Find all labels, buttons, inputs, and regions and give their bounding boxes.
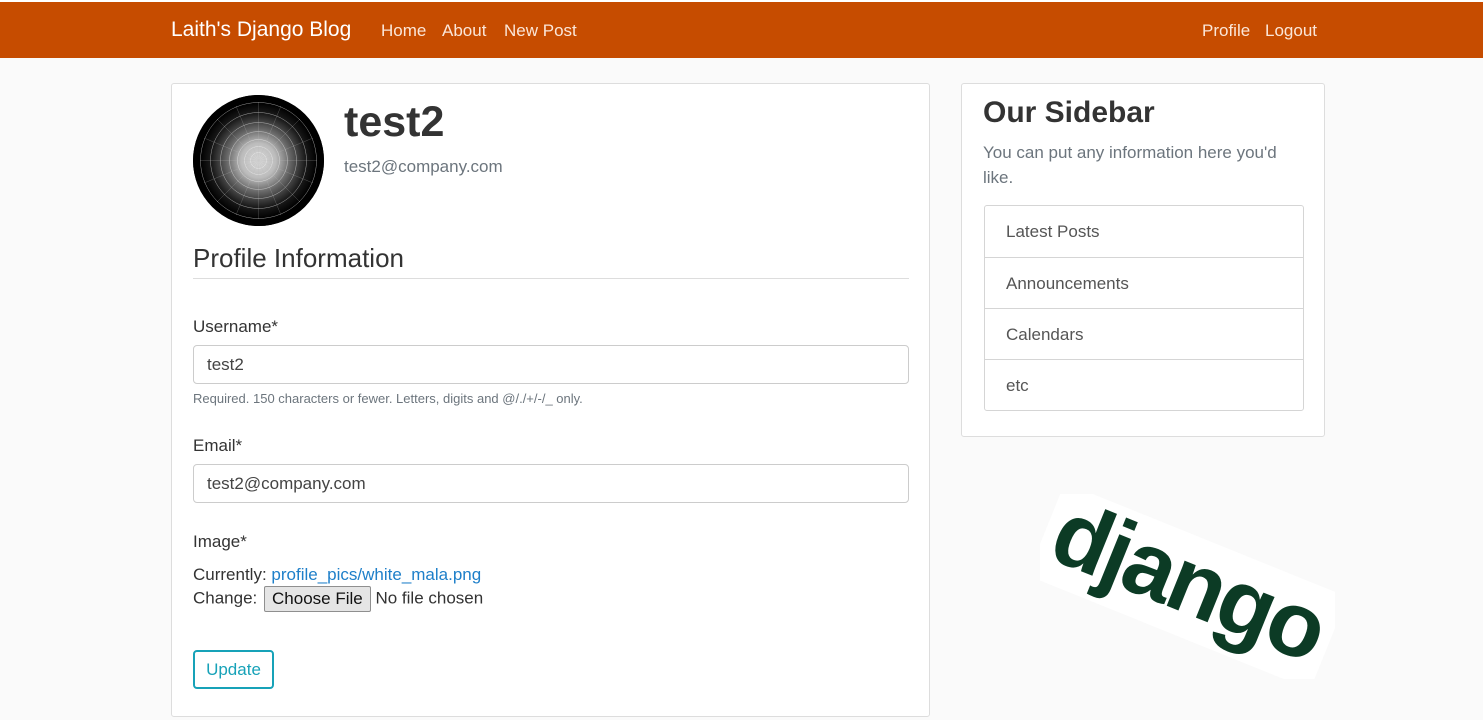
sidebar-list: Latest Posts Announcements Calendars etc: [984, 205, 1304, 411]
image-label: Image*: [193, 532, 247, 551]
sidebar: Our Sidebar You can put any information …: [961, 83, 1325, 437]
sidebar-description: You can put any information here you'd l…: [983, 143, 1277, 187]
mandala-image: [193, 95, 324, 226]
nav-link-about[interactable]: About: [442, 21, 486, 41]
sidebar-item-latest-posts[interactable]: Latest Posts: [985, 206, 1303, 257]
update-button[interactable]: Update: [193, 650, 274, 689]
sidebar-item-etc[interactable]: etc: [985, 359, 1303, 410]
form-legend: Profile Information: [193, 243, 909, 279]
nav-link-new-post[interactable]: New Post: [504, 21, 577, 41]
choose-file-button[interactable]: Choose File: [264, 586, 371, 612]
sidebar-item-announcements[interactable]: Announcements: [985, 257, 1303, 308]
nav-link-logout[interactable]: Logout: [1265, 21, 1317, 41]
no-file-text: No file chosen: [375, 588, 484, 608]
username-help-text: Required. 150 characters or fewer. Lette…: [193, 391, 583, 406]
django-logo-text: django: [1040, 494, 1335, 679]
account-username: test2: [344, 98, 445, 146]
brand-link[interactable]: Laith's Django Blog: [171, 18, 351, 42]
nav-link-profile[interactable]: Profile: [1202, 21, 1250, 41]
current-image-link[interactable]: profile_pics/white_mala.png: [271, 565, 481, 584]
change-image-row: Change: Choose File No file chosen: [193, 586, 483, 612]
django-logo: django: [1027, 481, 1348, 690]
account-email: test2@company.com: [344, 157, 503, 176]
change-label: Change:: [193, 588, 258, 608]
currently-label: Currently:: [193, 565, 267, 584]
profile-card: test2 test2@company.com Profile Informat…: [171, 83, 930, 717]
email-input[interactable]: [193, 464, 909, 503]
current-image-row: Currently: profile_pics/white_mala.png: [193, 565, 481, 585]
username-input[interactable]: [193, 345, 909, 384]
avatar: [193, 95, 324, 226]
sidebar-item-calendars[interactable]: Calendars: [985, 308, 1303, 359]
navbar: Laith's Django Blog Home About New Post …: [0, 0, 1483, 58]
sidebar-title: Our Sidebar: [983, 96, 1155, 129]
nav-link-home[interactable]: Home: [381, 21, 426, 41]
django-logo-image: django: [1027, 481, 1348, 690]
username-label: Username*: [193, 317, 279, 336]
email-label: Email*: [193, 436, 243, 455]
